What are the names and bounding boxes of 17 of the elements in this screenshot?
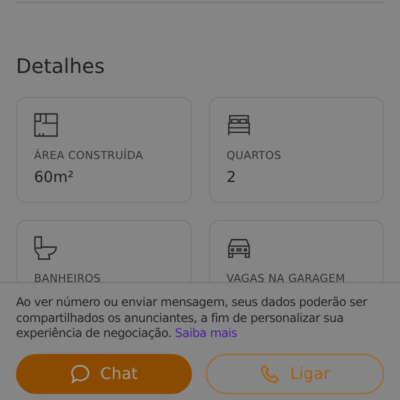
section-title: Detalhes bbox=[16, 53, 106, 79]
toilet-icon bbox=[34, 236, 58, 260]
learn-more-link[interactable]: Saiba mais bbox=[174, 326, 238, 340]
bed-icon bbox=[226, 113, 250, 137]
speech-bubble-icon bbox=[70, 364, 90, 384]
privacy-notice: Ao ver número ou enviar mensagem, seus dados poderão ser compartilhados os anunciantes, a fim de personalizar sua experiência de negociação. Saiba mais bbox=[16, 295, 368, 342]
call-button[interactable]: Ligar bbox=[206, 354, 384, 394]
chat-button[interactable]: Chat bbox=[16, 354, 192, 394]
detail-label: VAGAS NA GARAGEM bbox=[226, 272, 346, 282]
detail-label: ÁREA CONSTRUÍDA bbox=[34, 149, 144, 162]
floor-plan-icon bbox=[34, 113, 58, 137]
detail-label: BANHEIROS bbox=[34, 272, 101, 282]
detail-label: QUARTOS bbox=[226, 149, 282, 162]
detail-value: 2 bbox=[226, 168, 236, 186]
phone-icon bbox=[260, 364, 280, 384]
detail-value: 60m² bbox=[34, 168, 74, 186]
car-icon bbox=[226, 236, 250, 260]
